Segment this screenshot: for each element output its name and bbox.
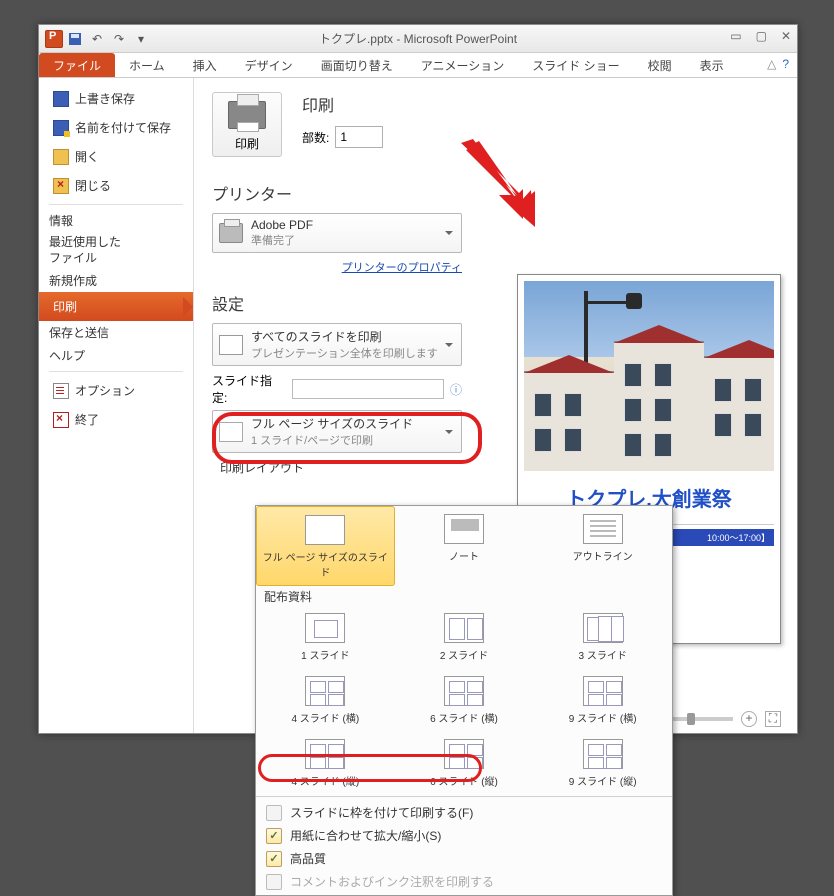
tab-insert[interactable]: 挿入 — [179, 53, 231, 77]
fullpage-thumb-icon — [305, 515, 345, 545]
print-heading: 印刷 — [302, 92, 383, 116]
handout-heading: 配布資料 — [256, 586, 672, 605]
option-scale-to-fit[interactable]: ✓用紙に合わせて拡大/縮小(S) — [256, 824, 672, 847]
backstage-sidebar: 上書き保存 名前を付けて保存 開く 閉じる 情報 最近使用したファイル 新規作成… — [39, 78, 194, 733]
info-icon[interactable]: ⓘ — [450, 381, 462, 398]
option-high-quality[interactable]: ✓高品質 — [256, 847, 672, 870]
titlebar: ↶ ↷ ▾ トクプレ.pptx - Microsoft PowerPoint ▭… — [39, 25, 797, 53]
open-icon — [53, 149, 69, 165]
slide4v-thumb-icon — [305, 739, 345, 769]
handout-4-slide-v[interactable]: 4 スライド (縦) — [256, 731, 395, 794]
layout-dropdown-panel: フル ページ サイズのスライド ノート アウトライン 配布資料 1 スライド 2… — [255, 505, 673, 896]
sidebar-item-exit[interactable]: 終了 — [39, 405, 193, 434]
print-button[interactable]: 印刷 — [212, 92, 282, 157]
handout-2-slide[interactable]: 2 スライド — [395, 605, 534, 668]
checkbox-checked-icon: ✓ — [266, 851, 282, 867]
tab-design[interactable]: デザイン — [231, 53, 307, 77]
sidebar-item-new[interactable]: 新規作成 — [39, 269, 193, 292]
ribbon-tabs: ファイル ホーム 挿入 デザイン 画面切り替え アニメーション スライド ショー… — [39, 53, 797, 78]
layout-option-outline[interactable]: アウトライン — [533, 506, 672, 586]
page-icon — [219, 422, 243, 442]
qat-dropdown-icon[interactable]: ▾ — [131, 29, 151, 49]
printer-device-icon — [219, 223, 243, 243]
sidebar-item-info[interactable]: 情報 — [39, 209, 193, 232]
slides-stack-icon — [219, 335, 243, 355]
handout-6-slide-v[interactable]: 6 スライド (縦) — [395, 731, 534, 794]
notes-thumb-icon — [444, 514, 484, 544]
outline-thumb-icon — [583, 514, 623, 544]
slide6v-thumb-icon — [444, 739, 484, 769]
zoom-in-button[interactable]: + — [741, 711, 757, 727]
printer-icon — [228, 101, 266, 129]
tab-slideshow[interactable]: スライド ショー — [518, 53, 633, 77]
ribbon-minimize-icon[interactable]: △ — [767, 57, 776, 71]
preview-image — [524, 281, 774, 471]
close-window-button[interactable]: ✕ — [781, 29, 791, 43]
tab-review[interactable]: 校閲 — [634, 53, 686, 77]
handout-6-slide-h[interactable]: 6 スライド (横) — [395, 668, 534, 731]
tab-transitions[interactable]: 画面切り替え — [307, 53, 407, 77]
print-range-dropdown[interactable]: すべてのスライドを印刷 プレゼンテーション全体を印刷します — [212, 323, 462, 366]
fit-to-window-button[interactable]: ⛶ — [765, 711, 781, 727]
exit-icon — [53, 412, 69, 428]
tab-file[interactable]: ファイル — [39, 53, 115, 77]
sidebar-item-print[interactable]: 印刷 — [39, 292, 193, 321]
redo-icon[interactable]: ↷ — [109, 29, 129, 49]
printer-properties-link[interactable]: プリンターのプロパティ — [342, 262, 462, 274]
checkbox-icon — [266, 805, 282, 821]
sidebar-item-recent[interactable]: 最近使用したファイル — [39, 232, 193, 269]
sidebar-item-options[interactable]: オプション — [39, 376, 193, 405]
handout-9-slide-h[interactable]: 9 スライド (横) — [533, 668, 672, 731]
tab-view[interactable]: 表示 — [686, 53, 738, 77]
maximize-button[interactable]: ▢ — [756, 29, 767, 43]
slide9h-thumb-icon — [583, 676, 623, 706]
option-print-comments: コメントおよびインク注釈を印刷する — [256, 870, 672, 893]
sidebar-item-save[interactable]: 上書き保存 — [39, 84, 193, 113]
sidebar-item-saveas[interactable]: 名前を付けて保存 — [39, 113, 193, 142]
slide-range-label: スライド指定: — [212, 372, 286, 406]
option-frame-slides[interactable]: スライドに枠を付けて印刷する(F) — [256, 801, 672, 824]
close-file-icon — [53, 178, 69, 194]
slide6h-thumb-icon — [444, 676, 484, 706]
handout-4-slide-h[interactable]: 4 スライド (横) — [256, 668, 395, 731]
undo-icon[interactable]: ↶ — [87, 29, 107, 49]
save-icon — [53, 91, 69, 107]
layout-option-notes[interactable]: ノート — [395, 506, 534, 586]
help-icon[interactable]: ? — [782, 57, 789, 71]
slide4h-thumb-icon — [305, 676, 345, 706]
copies-input[interactable] — [335, 126, 383, 148]
slide1-thumb-icon — [305, 613, 345, 643]
handout-1-slide[interactable]: 1 スライド — [256, 605, 395, 668]
slide2-thumb-icon — [444, 613, 484, 643]
minimize-button[interactable]: ▭ — [730, 29, 741, 43]
sidebar-item-share[interactable]: 保存と送信 — [39, 321, 193, 344]
save-icon[interactable] — [65, 29, 85, 49]
checkbox-checked-icon: ✓ — [266, 828, 282, 844]
printer-heading: プリンター — [212, 181, 779, 205]
slide9v-thumb-icon — [583, 739, 623, 769]
options-icon — [53, 383, 69, 399]
page-layout-dropdown[interactable]: フル ページ サイズのスライド 1 スライド/ページで印刷 — [212, 410, 462, 453]
tab-animations[interactable]: アニメーション — [407, 53, 519, 77]
sidebar-item-open[interactable]: 開く — [39, 142, 193, 171]
sidebar-item-close[interactable]: 閉じる — [39, 171, 193, 200]
powerpoint-icon — [45, 30, 63, 48]
save-as-icon — [53, 120, 69, 136]
slide3-thumb-icon — [583, 613, 623, 643]
window-title: トクプレ.pptx - Microsoft PowerPoint — [319, 30, 517, 47]
tab-home[interactable]: ホーム — [115, 53, 179, 77]
printer-dropdown[interactable]: Adobe PDF 準備完了 — [212, 213, 462, 253]
handout-9-slide-v[interactable]: 9 スライド (縦) — [533, 731, 672, 794]
sidebar-item-help[interactable]: ヘルプ — [39, 344, 193, 367]
layout-option-fullpage[interactable]: フル ページ サイズのスライド — [256, 506, 395, 586]
copies-label: 部数: — [302, 129, 329, 146]
print-button-label: 印刷 — [217, 135, 277, 152]
slide-range-input[interactable] — [292, 379, 444, 399]
checkbox-disabled-icon — [266, 874, 282, 890]
handout-3-slide[interactable]: 3 スライド — [533, 605, 672, 668]
